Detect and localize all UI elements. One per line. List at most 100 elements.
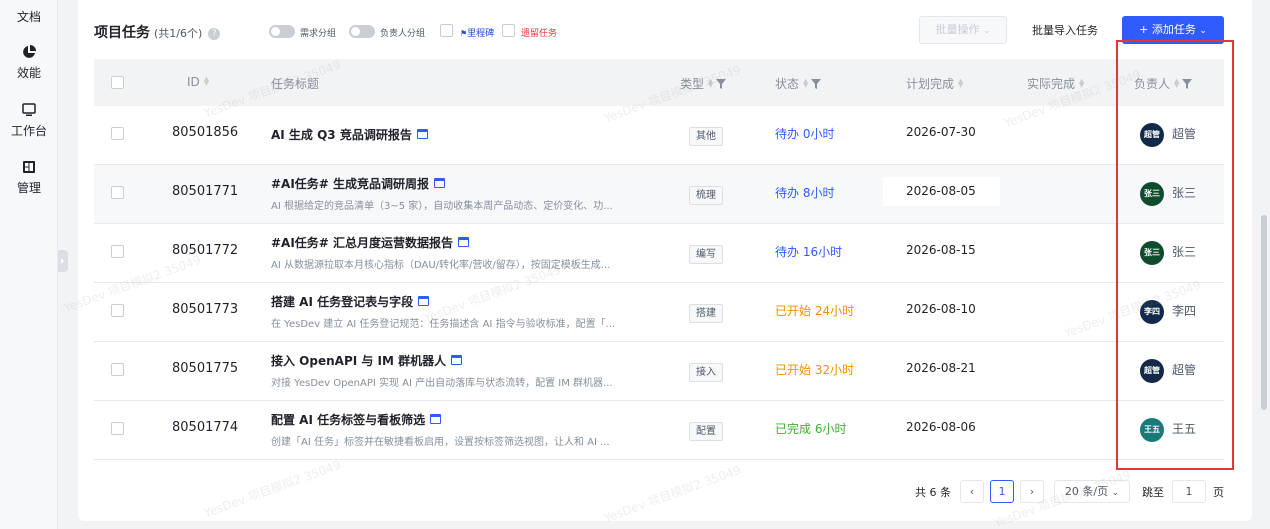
table-row[interactable]: 80501775 接入 OpenAPI 与 IM 群机器人 对接 YesDev … [94, 342, 1224, 401]
page-size-select[interactable]: 20 条/页 ⌄ [1054, 480, 1130, 503]
left-nav: 文档 效能 工作台 管理 [0, 0, 58, 529]
row-checkbox[interactable] [111, 127, 124, 140]
row-checkbox[interactable] [111, 245, 124, 258]
task-description: 创建「AI 任务」标签并在敏捷看板启用，设置按标签筛选视图，让人和 AI ... [271, 437, 610, 448]
planned-date[interactable]: 2026-08-15 [906, 243, 976, 257]
legacy-tasks-label: 遗留任务 [521, 29, 558, 39]
calendar-icon[interactable] [418, 296, 430, 306]
group-by-requirement-toggle[interactable] [269, 25, 295, 38]
milestone-checkbox[interactable] [440, 24, 453, 37]
task-id: 80501775 [172, 361, 239, 376]
jump-page-input[interactable]: 1 [1172, 480, 1206, 503]
select-all-checkbox[interactable] [111, 76, 124, 89]
filter-icon[interactable] [716, 79, 727, 89]
task-id: 80501773 [172, 302, 239, 317]
group-by-owner-label: 负责人分组 [380, 29, 426, 39]
column-header-title: 任务标题 [271, 77, 320, 91]
group-by-owner-toggle[interactable] [349, 25, 375, 38]
column-header-type[interactable]: 类型 ▲ ▼ [680, 75, 727, 92]
task-title[interactable]: #AI任务# 汇总月度运营数据报告 [271, 234, 470, 251]
column-header-planned[interactable]: 计划完成 ▲ ▼ [906, 75, 963, 92]
planned-date[interactable]: 2026-08-06 [906, 420, 976, 434]
column-header-actual[interactable]: 实际完成 ▲ ▼ [1027, 75, 1084, 92]
table-row[interactable]: 80501773 搭建 AI 任务登记表与字段 在 YesDev 建立 AI 任… [94, 283, 1224, 342]
task-type-tag: 其他 [689, 127, 723, 146]
task-title[interactable]: AI 生成 Q3 竞品调研报告 [271, 126, 428, 143]
filter-icon[interactable] [811, 79, 822, 89]
table-row[interactable]: 80501772 #AI任务# 汇总月度运营数据报告 AI 从数据源拉取本月核心… [94, 224, 1224, 283]
pie-chart-icon [23, 45, 36, 58]
task-status[interactable]: 已完成 6小时 [775, 420, 846, 437]
task-status[interactable]: 待办 0小时 [775, 125, 834, 142]
task-description: AI 根据给定的竞品清单（3~5 家），自动收集本周产品动态、定价变化、功... [271, 201, 613, 212]
calendar-icon[interactable] [430, 414, 442, 424]
prev-page-button[interactable]: ‹ [960, 480, 984, 503]
planned-date[interactable]: 2026-08-21 [906, 361, 976, 375]
pagination-total: 共 6 条 [915, 486, 951, 499]
bulk-import-button[interactable]: 批量导入任务 [1032, 22, 1098, 38]
sort-icon[interactable]: ▲ ▼ [204, 76, 209, 87]
planned-date[interactable]: 2026-07-30 [906, 125, 976, 139]
row-checkbox[interactable] [111, 304, 124, 317]
nav-item-docs[interactable]: 文档 [0, 8, 58, 25]
nav-label: 文档 [16, 10, 41, 24]
task-description: 对接 YesDev OpenAPI 实现 AI 产出自动落库与状态流转，配置 I… [271, 378, 613, 389]
nav-item-admin[interactable]: 管理 [0, 159, 58, 196]
legacy-tasks-checkbox[interactable] [502, 24, 515, 37]
table-row[interactable]: 80501771 #AI任务# 生成竞品调研周报 AI 根据给定的竞品清单（3~… [94, 165, 1224, 224]
column-header-status[interactable]: 状态 ▲ ▼ [775, 75, 822, 92]
task-status[interactable]: 已开始 24小时 [775, 302, 854, 319]
table-row[interactable]: 80501856 AI 生成 Q3 竞品调研报告 其他 待办 0小时 2026-… [94, 106, 1224, 165]
chevron-down-icon: ⌄ [982, 26, 991, 36]
task-title[interactable]: 搭建 AI 任务登记表与字段 [271, 293, 430, 310]
nav-item-workbench[interactable]: 工作台 [0, 102, 58, 139]
task-status[interactable]: 待办 16小时 [775, 243, 842, 260]
nav-label: 工作台 [10, 124, 47, 138]
row-checkbox[interactable] [111, 363, 124, 376]
nav-label: 管理 [16, 181, 41, 195]
sort-icon[interactable]: ▲ ▼ [1079, 78, 1084, 89]
column-header-id[interactable]: ID ▲ ▼ [187, 75, 209, 89]
task-title[interactable]: #AI任务# 生成竞品调研周报 [271, 175, 446, 192]
task-id: 80501772 [172, 243, 239, 258]
task-status[interactable]: 已开始 32小时 [775, 361, 854, 378]
chevron-down-icon: ⌄ [1111, 488, 1120, 498]
task-title[interactable]: 接入 OpenAPI 与 IM 群机器人 [271, 352, 463, 369]
row-checkbox[interactable] [111, 186, 124, 199]
task-type-tag: 编写 [689, 245, 723, 264]
table-header: ID ▲ ▼ 任务标题 类型 ▲ ▼ 状态 ▲ ▼ 计划完成 ▲ ▼ 实际完成 ▲ ▼ 负责人 ▲ ▼ [94, 59, 1224, 106]
sort-icon[interactable]: ▲ ▼ [803, 78, 808, 89]
task-type-tag: 配置 [689, 422, 723, 441]
planned-date[interactable]: 2026-08-10 [906, 302, 976, 316]
milestone-label: ⚑里程碑 [460, 29, 495, 39]
calendar-icon[interactable] [434, 178, 446, 188]
batch-ops-button[interactable]: 批量操作 ⌄ [919, 16, 1007, 44]
owner-column-highlight [1116, 40, 1234, 470]
help-icon[interactable]: ? [208, 28, 221, 40]
task-type-tag: 梳理 [689, 186, 723, 205]
group-by-requirement-label: 需求分组 [300, 29, 337, 39]
calendar-icon[interactable] [416, 129, 428, 139]
next-page-button[interactable]: › [1020, 480, 1044, 503]
page-1-button[interactable]: 1 [990, 480, 1014, 503]
calendar-icon[interactable] [458, 237, 470, 247]
sidebar-collapse-handle[interactable] [58, 250, 68, 272]
task-status[interactable]: 待办 8小时 [775, 184, 834, 201]
task-id: 80501771 [172, 184, 239, 199]
task-id: 80501856 [172, 125, 239, 140]
nav-item-efficiency[interactable]: 效能 [0, 44, 58, 81]
task-type-tag: 接入 [689, 363, 723, 382]
scrollbar-thumb[interactable] [1261, 215, 1267, 410]
page-title-text: 项目任务 [94, 25, 150, 41]
task-count: (共1/6个) [154, 27, 203, 40]
row-checkbox[interactable] [111, 422, 124, 435]
calendar-icon[interactable] [451, 355, 463, 365]
task-description: AI 从数据源拉取本月核心指标（DAU/转化率/营收/留存），按固定模板生成..… [271, 260, 611, 271]
table-row[interactable]: 80501774 配置 AI 任务标签与看板筛选 创建「AI 任务」标签并在敏捷… [94, 401, 1224, 460]
task-description: 在 YesDev 建立 AI 任务登记规范：任务描述含 AI 指令与验收标准，配… [271, 319, 616, 330]
planned-date[interactable]: 2026-08-05 [906, 184, 976, 198]
task-title[interactable]: 配置 AI 任务标签与看板筛选 [271, 411, 442, 428]
sort-icon[interactable]: ▲ ▼ [708, 78, 713, 89]
task-type-tag: 搭建 [689, 304, 723, 323]
sort-icon[interactable]: ▲ ▼ [958, 78, 963, 89]
